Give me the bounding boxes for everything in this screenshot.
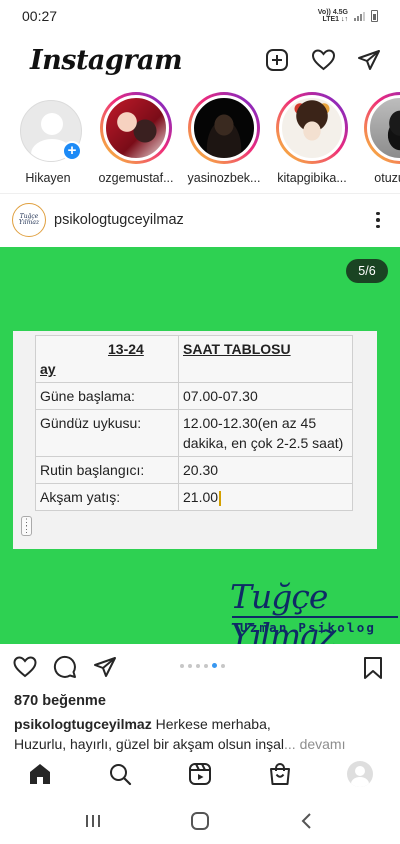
story-avatar: [367, 95, 400, 161]
own-story-avatar: +: [12, 92, 84, 164]
table-cell: Rutin başlangıcı:: [35, 456, 179, 484]
caption-text-line2: Huzurlu, hayırlı, güzel bir akşam olsun …: [14, 736, 285, 752]
carousel-dot: [180, 663, 184, 668]
carousel-dot: [188, 663, 192, 668]
home-icon[interactable]: [27, 761, 53, 787]
signature-underline: [232, 616, 398, 618]
story-ring: [188, 92, 260, 164]
status-bar: 00:27 Vo)) 4.5G LTE1 ↓↑: [0, 0, 400, 32]
heart-icon[interactable]: [310, 47, 336, 73]
carousel-counter: 5/6: [346, 259, 388, 283]
story-label: yasinozbek...: [187, 171, 261, 185]
table-row: 13-24 ay SAAT TABLOSU: [35, 335, 353, 383]
status-indicators: Vo)) 4.5G LTE1 ↓↑: [318, 9, 378, 23]
table-cell: 07.00-07.30: [178, 382, 353, 410]
profile-avatar[interactable]: [347, 761, 373, 787]
story-avatar: [279, 95, 345, 161]
comment-icon[interactable]: [52, 654, 78, 680]
share-icon[interactable]: [92, 654, 118, 680]
battery-icon: [371, 10, 378, 22]
instagram-logo: Instagram: [30, 44, 183, 76]
reels-icon[interactable]: [187, 761, 213, 787]
caption-more-link[interactable]: ... devamı: [284, 736, 345, 752]
story-item[interactable]: otuzunda: [364, 92, 400, 192]
table-row: Akşam yatış: 21.00: [35, 483, 353, 511]
system-nav-bar: [0, 798, 400, 844]
schedule-table: 13-24 ay SAAT TABLOSU Güne başlama: 07.0…: [35, 335, 353, 511]
story-item[interactable]: ozgemustaf...: [98, 92, 174, 192]
carousel-dot: [221, 663, 225, 668]
recent-apps-icon[interactable]: [80, 808, 106, 834]
schedule-image: ⋮ ⋮ 13-24 ay SAAT TABLOSU Güne başlama: 0…: [13, 331, 377, 549]
story-own[interactable]: + Hikayen: [12, 92, 84, 192]
story-label: Hikayen: [25, 171, 71, 185]
carousel-dot: [212, 663, 217, 668]
table-row: Güne başlama: 07.00-07.30: [35, 382, 353, 410]
direct-message-icon[interactable]: [356, 47, 382, 73]
text-caret: [219, 490, 222, 506]
add-story-icon[interactable]: +: [62, 141, 82, 161]
like-heart-icon[interactable]: [12, 654, 38, 680]
status-time: 00:27: [22, 8, 58, 24]
caption-username[interactable]: psikologtugceyilmaz: [14, 716, 152, 732]
carousel-dot: [196, 663, 200, 668]
post-username[interactable]: psikologtugceyilmaz: [54, 212, 368, 228]
likes-count[interactable]: 870 beğenme: [14, 693, 106, 709]
table-cell: Güne başlama:: [35, 382, 179, 410]
table-cell: Gündüz uykusu:: [35, 409, 179, 457]
drag-handle-icon: ⋮ ⋮: [21, 516, 32, 536]
shop-icon[interactable]: [267, 761, 293, 787]
post-actions: [0, 651, 400, 683]
save-bookmark-icon[interactable]: [360, 655, 386, 681]
network-indicator: Vo)) 4.5G LTE1 ↓↑: [317, 9, 348, 23]
back-icon[interactable]: [294, 808, 320, 834]
story-item[interactable]: kitapgibika...: [276, 92, 348, 192]
new-post-icon[interactable]: [264, 47, 290, 73]
story-label: kitapgibika...: [277, 171, 347, 185]
post-header: Tuğçe Yılmaz psikologtugceyilmaz: [0, 198, 400, 242]
table-cell: 20.30: [178, 456, 353, 484]
bottom-nav: [0, 757, 400, 791]
table-cell: Akşam yatış:: [35, 483, 179, 511]
table-header-cell: 13-24 ay: [35, 335, 179, 383]
post-actions-left: [12, 654, 118, 680]
caption-text: Herkese merhaba,: [151, 716, 271, 732]
search-icon[interactable]: [107, 761, 133, 787]
post-media[interactable]: 5/6 ⋮ ⋮ 13-24 ay SAAT TABLOSU Güne başlam…: [0, 247, 400, 644]
story-ring: [100, 92, 172, 164]
signal-icon: [354, 11, 365, 21]
signature-subtitle: Uzman Psikolog: [240, 620, 377, 635]
carousel-indicator: [180, 663, 225, 668]
table-cell: 21.00: [178, 483, 353, 511]
table-header-cell: SAAT TABLOSU: [178, 335, 353, 383]
story-avatar: [103, 95, 169, 161]
table-row: Gündüz uykusu: 12.00-12.30(en az 45 daki…: [35, 409, 353, 457]
divider: [0, 193, 400, 194]
header-actions: [264, 47, 382, 73]
app-header: Instagram: [0, 40, 400, 80]
story-label: ozgemustaf...: [98, 171, 174, 185]
story-label: otuzunda: [374, 171, 400, 185]
carousel-dot: [204, 663, 208, 668]
table-cell: 12.00-12.30(en az 45 dakika, en çok 2-2.…: [178, 409, 353, 457]
story-ring: [364, 92, 400, 164]
stories-tray: + Hikayen ozgemustaf... yasinozbek... ki…: [0, 92, 400, 192]
post-caption: psikologtugceyilmaz Herkese merhaba, Huz…: [14, 714, 390, 754]
more-options-icon[interactable]: [368, 208, 388, 232]
story-avatar: [191, 95, 257, 161]
story-ring: [276, 92, 348, 164]
table-row: Rutin başlangıcı: 20.30: [35, 456, 353, 484]
post-author-avatar[interactable]: Tuğçe Yılmaz: [12, 203, 46, 237]
story-item[interactable]: yasinozbek...: [188, 92, 260, 192]
home-button-icon[interactable]: [187, 808, 213, 834]
